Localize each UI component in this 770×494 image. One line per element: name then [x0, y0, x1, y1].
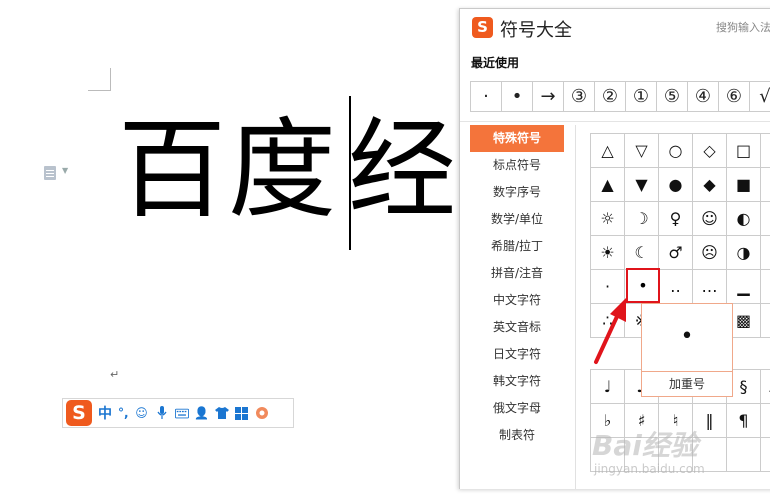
recent-symbol[interactable]: · [471, 82, 502, 111]
tooltip-symbol: • [680, 324, 694, 349]
category-punctuation[interactable]: 标点符号 [470, 152, 564, 179]
symbol-cell[interactable]: ▽ [625, 134, 659, 168]
symbol-cell[interactable]: ♩ [591, 370, 625, 404]
category-math[interactable]: 数学/单位 [470, 206, 564, 233]
page-corner-mark [88, 68, 111, 91]
symbol-cell[interactable] [727, 438, 761, 472]
symbol-cell[interactable]: № [761, 370, 770, 404]
category-special[interactable]: 特殊符号 [470, 125, 564, 152]
text-cursor [349, 96, 351, 250]
symbol-dialog: S 符号大全 搜狗输入法 最近使用 · • → ③ ② ① ⑤ ④ ⑥ √ 特殊… [459, 8, 770, 489]
chevron-down-icon[interactable]: ▼ [62, 166, 68, 175]
symbol-cell[interactable]: ▂ [761, 270, 770, 304]
symbol-cell[interactable]: ♂ [659, 236, 693, 270]
watermark-url: jingyan.baidu.com [594, 462, 705, 476]
recent-symbol[interactable]: • [502, 82, 533, 111]
symbol-cell[interactable]: ☹ [693, 236, 727, 270]
shirt-icon[interactable] [214, 406, 229, 420]
symbol-cell[interactable]: ‥ [659, 270, 693, 304]
tools-icon[interactable] [255, 406, 269, 420]
recent-symbols: · • → ③ ② ① ⑤ ④ ⑥ √ [470, 81, 770, 112]
recent-symbol[interactable]: √ [750, 82, 770, 111]
symbol-cell[interactable]: ☆ [761, 134, 770, 168]
category-numbers[interactable]: 数字序号 [470, 179, 564, 206]
symbol-cell[interactable]: △ [591, 134, 625, 168]
ime-mode-toggle[interactable]: 中 [98, 403, 112, 423]
selected-symbol-cell[interactable]: • [626, 268, 660, 303]
annotation-arrow-icon [594, 298, 626, 364]
recent-symbol[interactable]: ② [595, 82, 626, 111]
recent-symbol[interactable]: ④ [688, 82, 719, 111]
divider [460, 121, 770, 122]
ime-punctuation-toggle[interactable]: °, [118, 406, 129, 420]
category-korean[interactable]: 韩文字符 [470, 368, 564, 395]
dialog-title: 符号大全 [500, 20, 572, 41]
symbol-cell[interactable]: ▓ [761, 304, 770, 338]
symbol-cell[interactable]: … [693, 270, 727, 304]
ime-toolbar: S 中 °, ☺ 👤 [62, 398, 294, 428]
symbol-cell[interactable]: € [761, 404, 770, 438]
tooltip-name: 加重号 [642, 371, 732, 396]
symbol-cell[interactable]: ◐ [727, 202, 761, 236]
watermark: Bai经验 [592, 429, 698, 462]
category-table[interactable]: 制表符 [470, 422, 564, 449]
symbol-cell[interactable]: ○ [659, 134, 693, 168]
keyboard-icon[interactable] [174, 406, 189, 420]
recent-title: 最近使用 [471, 56, 520, 70]
recent-symbol[interactable]: ① [626, 82, 657, 111]
text-after-cursor: 经 [348, 108, 459, 233]
symbol-cell[interactable]: ☼ [591, 202, 625, 236]
category-list: 特殊符号 标点符号 数字序号 数学/单位 希腊/拉丁 拼音/注音 中文字符 英文… [470, 125, 564, 449]
sogou-logo-icon: S [472, 17, 493, 38]
text-before-cursor: 百度 [118, 108, 339, 233]
symbol-cell[interactable]: ‖ [693, 404, 727, 438]
document-text[interactable]: 百度经 [118, 106, 458, 236]
selected-symbol: • [638, 276, 648, 295]
category-phonetic[interactable]: 英文音标 [470, 314, 564, 341]
recent-symbol[interactable]: ③ [564, 82, 595, 111]
symbol-tooltip: • 加重号 [641, 303, 733, 397]
sogou-ime-link[interactable]: 搜狗输入法 [716, 19, 770, 35]
symbol-cell[interactable]: ◇ [693, 134, 727, 168]
symbol-cell[interactable]: ♀ [659, 202, 693, 236]
category-pinyin[interactable]: 拼音/注音 [470, 260, 564, 287]
paragraph-mark: ↵ [110, 368, 120, 381]
recent-symbol[interactable]: → [533, 82, 564, 111]
symbol-cell[interactable]: ◆ [693, 168, 727, 202]
symbol-cell[interactable]: ☀ [591, 236, 625, 270]
category-japanese[interactable]: 日文字符 [470, 341, 564, 368]
category-chinese[interactable]: 中文字符 [470, 287, 564, 314]
symbol-cell[interactable]: ¶ [727, 404, 761, 438]
symbol-cell[interactable]: ▼ [625, 168, 659, 202]
smiley-icon[interactable]: ☺ [135, 406, 149, 420]
category-russian[interactable]: 俄文字母 [470, 395, 564, 422]
divider [575, 125, 576, 489]
document-icon[interactable] [44, 166, 56, 180]
symbol-cell[interactable]: ★ [761, 168, 770, 202]
symbol-cell[interactable]: ☑ [761, 202, 770, 236]
symbol-cell[interactable]: ▁ [727, 270, 761, 304]
symbol-cell[interactable]: ◑ [727, 236, 761, 270]
sogou-logo-icon[interactable]: S [66, 400, 92, 426]
symbol-cell[interactable]: □ [727, 134, 761, 168]
symbol-cell[interactable] [761, 438, 770, 472]
symbol-cell[interactable]: ▲ [591, 168, 625, 202]
grid-icon[interactable] [235, 406, 249, 420]
symbol-cell[interactable]: ☒ [761, 236, 770, 270]
symbol-cell[interactable]: ● [659, 168, 693, 202]
symbol-cell[interactable]: ☽ [625, 202, 659, 236]
category-greek[interactable]: 希腊/拉丁 [470, 233, 564, 260]
symbol-cell[interactable]: ☺ [693, 202, 727, 236]
recent-symbol[interactable]: ⑥ [719, 82, 750, 111]
symbol-cell[interactable]: ☾ [625, 236, 659, 270]
symbol-cell[interactable]: ■ [727, 168, 761, 202]
microphone-icon[interactable] [155, 406, 169, 420]
user-icon[interactable]: 👤 [194, 406, 209, 420]
recent-symbol[interactable]: ⑤ [657, 82, 688, 111]
